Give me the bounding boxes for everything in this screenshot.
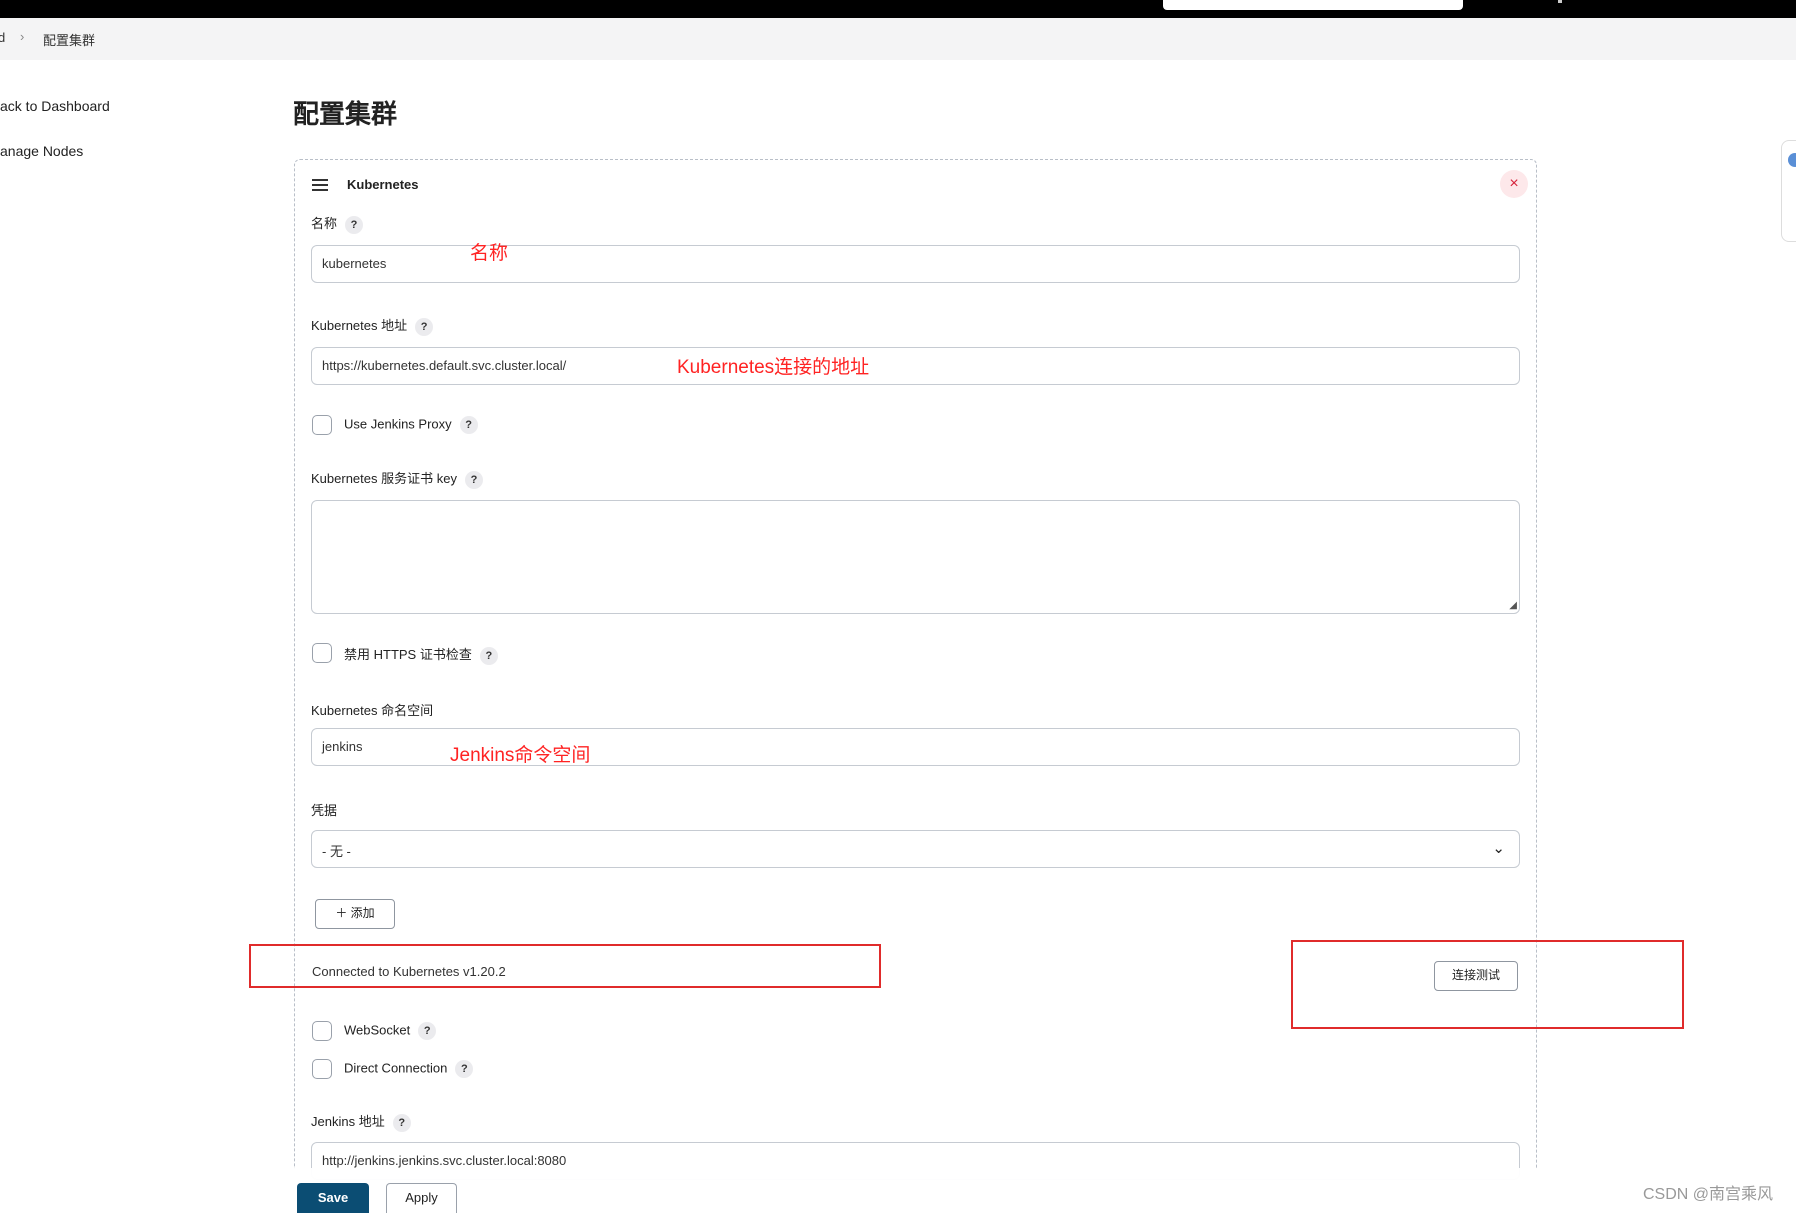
namespace-label: Kubernetes 命名空间	[311, 703, 434, 718]
breadcrumb-separator-icon: ›	[20, 29, 25, 44]
kubernetes-url-label: Kubernetes 地址?	[311, 315, 434, 336]
use-jenkins-proxy-label-text: Use Jenkins Proxy	[344, 416, 452, 432]
save-button[interactable]: Save	[297, 1183, 369, 1213]
assistant-icon	[1788, 153, 1796, 167]
help-icon[interactable]: ?	[392, 1113, 411, 1132]
help-icon[interactable]: ?	[418, 1022, 437, 1040]
annotation-namespace: Jenkins命令空间	[450, 745, 591, 766]
server-cert-textarea[interactable]: ◢	[311, 500, 1520, 614]
breadcrumb: d › 配置集群	[0, 18, 1796, 60]
sidebar-item-manage-nodes[interactable]: anage Nodes	[0, 143, 83, 159]
breadcrumb-item-dashboard[interactable]: d	[0, 30, 5, 45]
disable-https-check-label-text: 禁用 HTTPS 证书检查	[344, 647, 472, 662]
direct-connection-label: Direct Connection?	[344, 1060, 474, 1078]
cloud-title: Kubernetes	[347, 177, 419, 192]
bottom-action-bar	[0, 1168, 1560, 1210]
help-icon[interactable]: ?	[479, 646, 498, 665]
annotation-kubernetes-url: Kubernetes连接的地址	[677, 357, 870, 378]
annotation-box-test-connection	[1291, 940, 1684, 1029]
kubernetes-url-input[interactable]: https://kubernetes.default.svc.cluster.l…	[311, 347, 1520, 385]
jenkins-url-label: Jenkins 地址?	[311, 1111, 411, 1132]
use-jenkins-proxy-label: Use Jenkins Proxy?	[344, 416, 478, 434]
server-cert-label: Kubernetes 服务证书 key?	[311, 468, 483, 489]
server-cert-label-text: Kubernetes 服务证书 key	[311, 471, 457, 486]
watermark: CSDN @南宫乘风	[1643, 1186, 1774, 1203]
credentials-label: 凭据	[311, 803, 338, 818]
breadcrumb-item-current[interactable]: 配置集群	[43, 30, 95, 49]
apply-button[interactable]: Apply	[386, 1183, 457, 1213]
websocket-label: WebSocket?	[344, 1022, 437, 1040]
direct-connection-checkbox[interactable]	[312, 1059, 332, 1079]
help-icon[interactable]: ?	[455, 1060, 474, 1078]
help-icon[interactable]: ?	[345, 215, 364, 234]
search-box[interactable]	[1163, 0, 1463, 10]
help-icon[interactable]: ?	[415, 317, 434, 336]
name-label: 名称?	[311, 213, 364, 234]
jenkins-url-label-text: Jenkins 地址	[311, 1114, 385, 1129]
disable-https-check-checkbox[interactable]	[312, 643, 332, 663]
name-label-text: 名称	[311, 216, 338, 231]
help-icon[interactable]: ?	[459, 416, 478, 434]
plus-icon: ＋	[335, 906, 351, 920]
top-navigation-bar	[0, 0, 1796, 18]
annotation-box-connection-status	[249, 944, 881, 988]
credentials-selected-value: - 无 -	[322, 844, 351, 859]
chevron-down-icon: ⌄	[1492, 840, 1505, 857]
kubernetes-url-label-text: Kubernetes 地址	[311, 318, 408, 333]
add-credentials-button[interactable]: ＋ 添加	[315, 899, 395, 929]
disable-https-check-label: 禁用 HTTPS 证书检查?	[344, 644, 498, 665]
drag-handle-icon[interactable]	[312, 179, 328, 191]
remove-cloud-button[interactable]: ×	[1500, 170, 1528, 198]
resize-grip-icon[interactable]: ◢	[1509, 600, 1517, 611]
annotation-name: 名称	[470, 243, 509, 264]
sidebar-item-back-to-dashboard[interactable]: ack to Dashboard	[0, 98, 110, 114]
websocket-checkbox[interactable]	[312, 1021, 332, 1041]
top-bar-mark	[1558, 0, 1562, 3]
help-icon[interactable]: ?	[464, 470, 483, 489]
websocket-label-text: WebSocket	[344, 1022, 411, 1038]
credentials-select[interactable]: - 无 - ⌄	[311, 830, 1520, 868]
direct-connection-label-text: Direct Connection	[344, 1060, 448, 1076]
use-jenkins-proxy-checkbox[interactable]	[312, 415, 332, 435]
add-credentials-label: 添加	[350, 906, 375, 920]
page-title: 配置集群	[293, 99, 398, 129]
floating-assistant-widget[interactable]	[1781, 140, 1796, 242]
